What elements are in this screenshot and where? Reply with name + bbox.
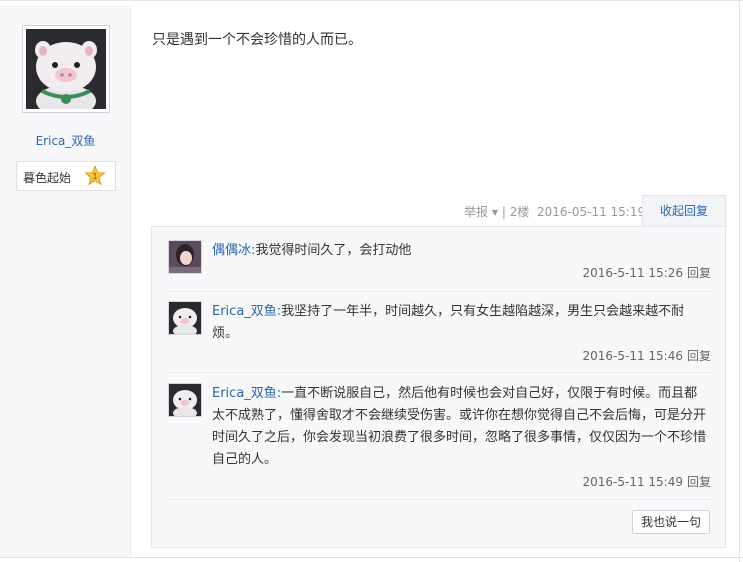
post-content: 只是遇到一个不会珍惜的人而已。 bbox=[152, 32, 362, 48]
reply-text: 我坚持了一年半，时间越久，只有女生越陷越深，男生只会越来越不耐烦。 bbox=[212, 304, 685, 341]
caret-down-icon: ▼ bbox=[491, 208, 498, 217]
reply-text: 一直不断说服自己，然后他有时候也会对自己好，仅限于有时候。而且都太不成熟了，懂得… bbox=[212, 386, 707, 467]
reply-divider bbox=[168, 499, 711, 500]
reply-panel: 偶偶冰:我觉得时间久了，会打动他 2016-5-11 15:26 回复 Erica… bbox=[151, 226, 726, 548]
reply-author-link[interactable]: Erica_双鱼: bbox=[212, 304, 281, 319]
reply-author-link[interactable]: Erica_双鱼: bbox=[212, 386, 281, 401]
level-title: 暮色起始 bbox=[23, 171, 72, 185]
reply-body: Erica_双鱼:一直不断说服自己，然后他有时候也会对自己好，仅限于有时候。而且… bbox=[212, 383, 708, 471]
reply-body: 偶偶冰:我觉得时间久了，会打动他 bbox=[212, 240, 708, 262]
pig-plush-avatar-image bbox=[169, 302, 201, 334]
reply-timestamp: 2016-5-11 15:26 bbox=[582, 266, 683, 280]
reply-meta: 2016-5-11 15:49 回复 bbox=[582, 473, 711, 490]
reply-avatar[interactable] bbox=[168, 383, 202, 417]
girl-avatar-image bbox=[169, 241, 201, 273]
reply-divider bbox=[168, 291, 711, 292]
user-name-link[interactable]: Erica_双鱼 bbox=[0, 132, 131, 149]
level-number: 1 bbox=[92, 172, 97, 181]
reply-timestamp: 2016-5-11 15:46 bbox=[582, 349, 683, 363]
reply-divider bbox=[168, 372, 711, 373]
reply-item: Erica_双鱼:我坚持了一年半，时间越久，只有女生越陷越深，男生只会越来越不耐… bbox=[168, 301, 711, 371]
reply-meta: 2016-5-11 15:26 回复 bbox=[582, 264, 711, 281]
user-sidebar: Erica_双鱼 暮色起始 1 bbox=[0, 5, 131, 557]
user-avatar[interactable] bbox=[22, 25, 110, 117]
reply-timestamp: 2016-5-11 15:49 bbox=[582, 475, 683, 489]
meta-separator: | bbox=[501, 205, 506, 219]
pig-plush-avatar-image bbox=[26, 29, 106, 117]
pig-plush-avatar-image bbox=[169, 384, 201, 416]
user-level-box[interactable]: 暮色起始 1 bbox=[16, 161, 116, 191]
reply-item: Erica_双鱼:一直不断说服自己，然后他有时候也会对自己好，仅限于有时候。而且… bbox=[168, 383, 711, 495]
bottom-divider bbox=[0, 557, 743, 558]
collapse-replies-button[interactable]: 收起回复 bbox=[642, 195, 726, 227]
report-link[interactable]: 举报 ▼ bbox=[464, 205, 498, 219]
reply-author-link[interactable]: 偶偶冰: bbox=[212, 243, 255, 258]
post-timestamp: 2016-05-11 15:19 bbox=[536, 205, 646, 219]
star-badge-icon: 1 bbox=[84, 165, 106, 186]
reply-body: Erica_双鱼:我坚持了一年半，时间越久，只有女生越陷越深，男生只会越来越不耐… bbox=[212, 301, 708, 345]
reply-avatar[interactable] bbox=[168, 301, 202, 335]
post-meta: 举报 ▼ | 2楼 2016-05-11 15:19 bbox=[464, 203, 645, 220]
reply-avatar[interactable] bbox=[168, 240, 202, 274]
reply-link[interactable]: 回复 bbox=[687, 475, 711, 489]
reply-link[interactable]: 回复 bbox=[687, 349, 711, 363]
reply-link[interactable]: 回复 bbox=[687, 266, 711, 280]
reply-item: 偶偶冰:我觉得时间久了，会打动他 2016-5-11 15:26 回复 bbox=[168, 240, 711, 296]
reply-meta: 2016-5-11 15:46 回复 bbox=[582, 347, 711, 364]
add-comment-button[interactable]: 我也说一句 bbox=[632, 510, 710, 534]
right-border bbox=[739, 0, 740, 562]
floor-number: 2楼 bbox=[509, 205, 530, 219]
reply-text: 我觉得时间久了，会打动他 bbox=[255, 243, 412, 258]
post-frame: Erica_双鱼 暮色起始 1 只是遇到一个不会珍惜的人而已。 举报 ▼ | 2… bbox=[0, 0, 743, 562]
